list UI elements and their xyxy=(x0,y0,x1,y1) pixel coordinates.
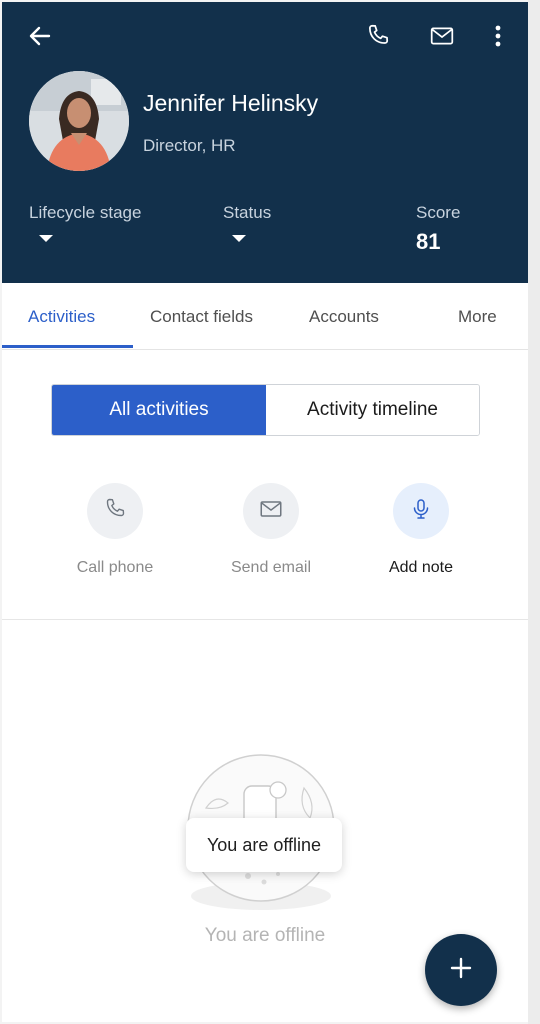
add-note-label: Add note xyxy=(388,559,454,576)
mic-icon xyxy=(409,497,433,526)
mail-icon[interactable] xyxy=(426,20,458,52)
score-label: Score xyxy=(416,203,461,222)
phone-icon[interactable] xyxy=(362,20,394,52)
activity-view-toggle: All activities Activity timeline xyxy=(51,384,480,436)
tab-contact-fields[interactable]: Contact fields xyxy=(150,307,253,327)
add-fab-button[interactable] xyxy=(425,934,497,1006)
contact-name: Jennifer Helinsky xyxy=(143,90,319,116)
status-dropdown-caret-icon[interactable] xyxy=(232,235,246,242)
app-screen: Jennifer Helinsky Director, HR Lifecycle… xyxy=(2,2,528,1022)
more-vert-icon[interactable] xyxy=(486,20,510,52)
back-arrow-icon[interactable] xyxy=(26,22,54,50)
window-edge xyxy=(528,0,540,1024)
all-activities-button[interactable]: All activities xyxy=(52,385,266,435)
lifecycle-dropdown-caret-icon[interactable] xyxy=(39,235,53,242)
send-email-circle[interactable] xyxy=(243,483,299,539)
plus-icon xyxy=(450,957,472,984)
mail-icon xyxy=(258,496,284,527)
phone-icon xyxy=(103,497,127,526)
add-note-action[interactable]: Add note xyxy=(351,483,491,577)
avatar xyxy=(29,71,129,171)
call-phone-circle[interactable] xyxy=(87,483,143,539)
send-email-action[interactable]: Send email xyxy=(201,483,341,577)
active-tab-indicator xyxy=(2,345,133,348)
lifecycle-stage-label: Lifecycle stage xyxy=(29,203,142,222)
activity-timeline-button[interactable]: Activity timeline xyxy=(266,385,479,435)
contact-header: Jennifer Helinsky Director, HR Lifecycle… xyxy=(2,2,528,283)
call-phone-action[interactable]: Call phone xyxy=(45,483,185,577)
add-note-circle[interactable] xyxy=(393,483,449,539)
call-phone-label: Call phone xyxy=(76,559,154,576)
tab-more[interactable]: More xyxy=(458,307,497,327)
score-value: 81 xyxy=(416,229,441,254)
status-label: Status xyxy=(223,203,272,222)
tab-accounts[interactable]: Accounts xyxy=(309,307,379,327)
offline-toast: You are offline xyxy=(186,818,342,872)
tab-activities[interactable]: Activities xyxy=(28,307,95,327)
send-email-label: Send email xyxy=(230,559,312,576)
contact-title: Director, HR xyxy=(143,136,236,155)
tab-bar: Activities Contact fields Accounts More xyxy=(2,283,528,350)
section-divider xyxy=(2,619,528,620)
